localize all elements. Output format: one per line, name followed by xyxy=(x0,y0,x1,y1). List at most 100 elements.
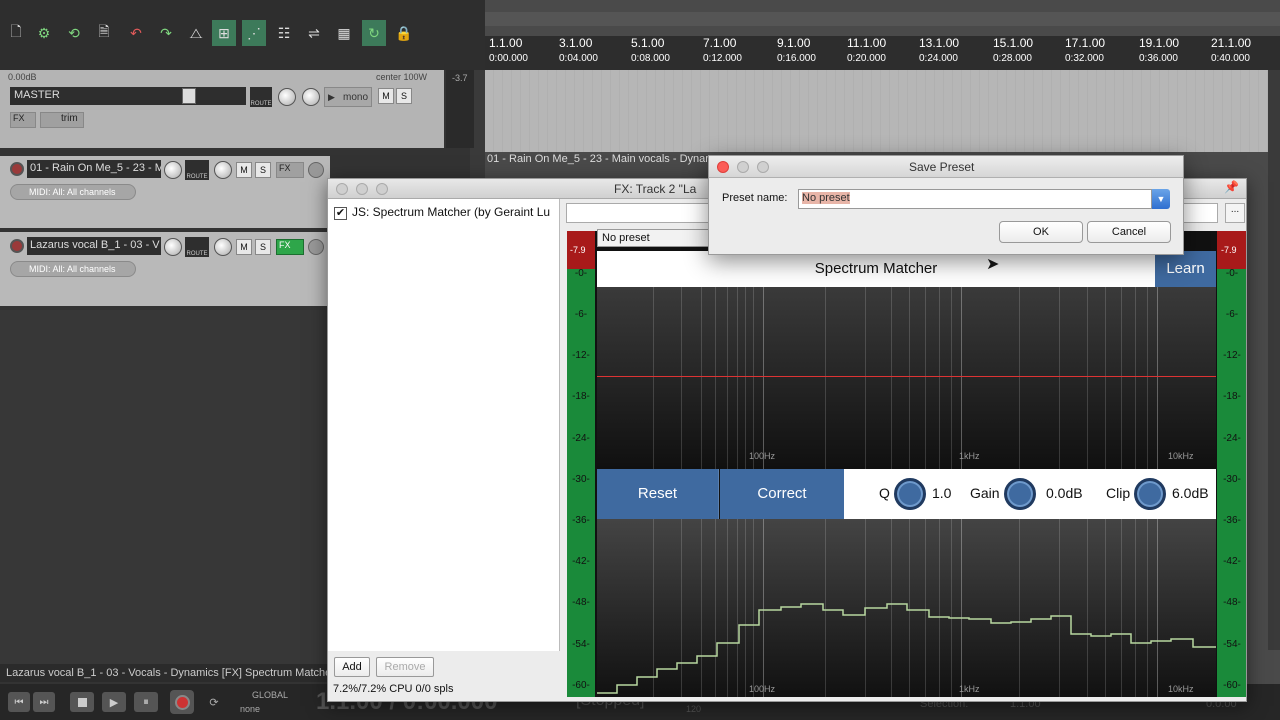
db-tick: -24- xyxy=(572,433,590,444)
route-label: ROUTE xyxy=(250,101,272,107)
output-meter: -7.9 xyxy=(1217,231,1246,697)
master-volume-knob[interactable] xyxy=(278,88,296,106)
redo-icon[interactable]: ↷ xyxy=(154,20,178,46)
track-fx-button-active[interactable]: FX xyxy=(276,239,304,255)
record-arm-icon[interactable] xyxy=(10,162,24,176)
phase-icon[interactable] xyxy=(308,162,324,178)
master-mono-button[interactable]: ▶ mono xyxy=(324,87,372,107)
minimize-icon[interactable] xyxy=(356,183,368,195)
master-name-field[interactable]: MASTER xyxy=(10,87,246,105)
zoom-icon[interactable] xyxy=(376,183,388,195)
correct-button[interactable]: Correct xyxy=(720,469,844,519)
track-route-button[interactable]: ROUTE xyxy=(185,160,209,180)
cancel-button[interactable]: Cancel xyxy=(1087,221,1171,243)
go-to-start-button[interactable]: ⏮ xyxy=(8,692,30,712)
mono-label: mono xyxy=(342,91,368,103)
metronome-icon[interactable]: ⧍ xyxy=(184,20,208,46)
remove-fx-button[interactable]: Remove xyxy=(376,657,434,677)
track-route-button[interactable]: ROUTE xyxy=(185,237,209,257)
dialog-titlebar[interactable]: Save Preset xyxy=(709,156,1183,178)
remove-label: Remove xyxy=(384,661,426,673)
automation-mode[interactable]: GLOBAL none xyxy=(238,688,308,718)
track-fx-button[interactable]: FX xyxy=(276,162,304,178)
fx-chain-item[interactable]: ✔ JS: Spectrum Matcher (by Geraint Lu xyxy=(334,205,560,221)
input-meter-peak: -7.9 xyxy=(570,245,586,255)
record-button[interactable] xyxy=(170,690,194,714)
ruler-marker: 1.1.00 0:00.000 xyxy=(489,36,528,64)
track-volume-knob[interactable] xyxy=(164,238,182,256)
spectrum-lower[interactable]: 100Hz 1kHz 10kHz xyxy=(597,519,1216,697)
arrange-scrollbar[interactable] xyxy=(1268,70,1280,650)
play-button[interactable]: ▶ xyxy=(102,692,126,712)
grid-toggle-icon[interactable]: ⋰ xyxy=(242,20,266,46)
ok-button[interactable]: OK xyxy=(999,221,1083,243)
pause-button[interactable]: ⏸ xyxy=(134,692,158,712)
master-trim-button[interactable]: trim xyxy=(40,112,84,128)
go-to-end-button[interactable]: ⏭ xyxy=(33,692,55,712)
track-midi-input[interactable]: MIDI: All: All channels xyxy=(10,184,136,200)
close-icon[interactable] xyxy=(717,161,729,173)
q-knob[interactable] xyxy=(894,478,926,510)
bpm-readout[interactable]: 120 xyxy=(686,704,701,714)
track-name-field[interactable]: Lazarus vocal B_1 - 03 - V xyxy=(27,237,161,255)
track-name-field[interactable]: 01 - Rain On Me_5 - 23 - M xyxy=(27,160,161,178)
close-icon[interactable] xyxy=(336,183,348,195)
timeline-ruler[interactable]: 1.1.00 0:00.000 3.1.00 0:04.000 5.1.00 0:08… xyxy=(485,36,1280,70)
learn-button[interactable]: Learn xyxy=(1155,251,1216,287)
loop-icon[interactable]: ↻ xyxy=(362,20,386,46)
phase-icon[interactable] xyxy=(308,239,324,255)
gain-knob[interactable] xyxy=(1004,478,1036,510)
repeat-button[interactable]: ⟳ xyxy=(203,692,225,712)
grid-line xyxy=(701,287,702,469)
plugin-preset-select[interactable]: No preset xyxy=(597,229,709,247)
ripple-edit-icon[interactable]: ☷ xyxy=(272,20,296,46)
track-solo-button[interactable]: S xyxy=(255,239,271,255)
ruler-bar: 3.1.00 xyxy=(559,36,593,50)
record-arm-icon[interactable] xyxy=(10,239,24,253)
master-fx-button[interactable]: FX xyxy=(10,112,36,128)
preset-dropdown-button[interactable]: ▼ xyxy=(1152,189,1170,209)
track-midi-input[interactable]: MIDI: All: All channels xyxy=(10,261,136,277)
project-settings-icon[interactable]: 🗎 xyxy=(92,20,116,46)
open-project-icon[interactable]: ⚙ xyxy=(32,20,56,46)
track-row-1[interactable]: 01 - Rain On Me_5 - 23 - M ROUTE M S FX … xyxy=(0,156,330,228)
pin-icon[interactable]: 📌 xyxy=(1224,180,1239,194)
master-volume-slider[interactable] xyxy=(182,88,196,104)
lock-icon[interactable]: 🔒 xyxy=(392,20,416,46)
minimize-icon[interactable] xyxy=(737,161,749,173)
record-icon xyxy=(174,694,190,710)
track-volume-knob[interactable] xyxy=(164,161,182,179)
preset-name-input[interactable]: No preset xyxy=(798,189,1152,209)
grid-line xyxy=(951,287,952,469)
track-solo-button[interactable]: S xyxy=(255,162,271,178)
save-project-icon[interactable]: ⟲ xyxy=(62,20,86,46)
track-mute-button[interactable]: M xyxy=(236,162,252,178)
save-preset-dialog: Save Preset Preset name: No preset ▼ OK … xyxy=(708,155,1184,255)
reset-button[interactable]: Reset xyxy=(597,469,719,519)
master-mute-button[interactable]: M xyxy=(378,88,394,104)
snap-icon[interactable]: ⊞ xyxy=(212,20,236,46)
track-mute-button[interactable]: M xyxy=(236,239,252,255)
freq-label: 1kHz xyxy=(959,684,980,694)
spectrum-upper[interactable]: 100Hz 1kHz 10kHz xyxy=(597,287,1216,469)
add-fx-button[interactable]: Add xyxy=(334,657,370,677)
clip-knob[interactable] xyxy=(1134,478,1166,510)
grid-icon[interactable]: ▦ xyxy=(332,20,356,46)
track-pan-knob[interactable] xyxy=(214,238,232,256)
db-tick: -36- xyxy=(1223,515,1241,526)
enable-checkbox[interactable]: ✔ xyxy=(334,207,347,220)
track-row-2[interactable]: Lazarus vocal B_1 - 03 - V ROUTE M S FX … xyxy=(0,232,330,306)
ruler-marker: 11.1.00 0:20.000 xyxy=(847,36,886,64)
master-solo-button[interactable]: S xyxy=(396,88,412,104)
preset-name-label: Preset name: xyxy=(722,192,788,204)
master-meter-peak: -3.7 xyxy=(452,73,468,83)
fx-more-button[interactable]: ... xyxy=(1225,203,1245,223)
zoom-icon[interactable] xyxy=(757,161,769,173)
master-pan-knob[interactable] xyxy=(302,88,320,106)
track-pan-knob[interactable] xyxy=(214,161,232,179)
envelope-icon[interactable]: ⇌ xyxy=(302,20,326,46)
undo-icon[interactable]: ↶ xyxy=(124,20,148,46)
stop-button[interactable] xyxy=(70,692,94,712)
master-route-button[interactable]: ROUTE xyxy=(250,87,272,107)
new-project-icon[interactable]: 🗋 xyxy=(4,20,28,46)
